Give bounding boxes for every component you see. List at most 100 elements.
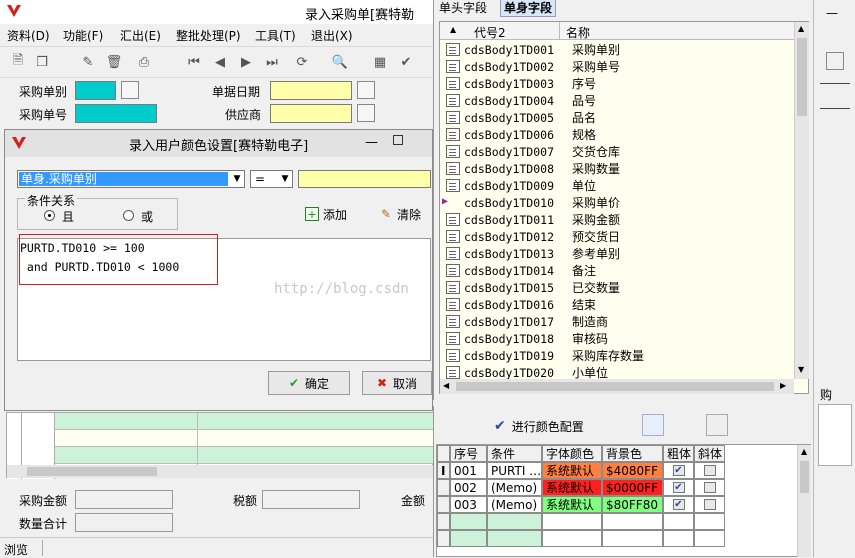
supplier-input[interactable] — [270, 104, 352, 123]
next-record-icon[interactable]: ▶ — [236, 52, 256, 72]
field-list-row[interactable]: cdsBody1TD014 备注 — [440, 262, 790, 279]
add-button[interactable]: + 添加 — [305, 205, 347, 223]
radio-or[interactable] — [123, 210, 134, 221]
cell-bold[interactable]: ✔ — [663, 496, 694, 513]
field-select[interactable]: 单身.采购单别 ▼ — [17, 170, 245, 188]
maximize-icon[interactable] — [393, 135, 403, 145]
clear-button[interactable]: ✎ 清除 — [379, 205, 421, 223]
operator-chevron-icon[interactable]: ▼ — [278, 171, 292, 187]
cell-bold[interactable]: ✔ — [663, 479, 694, 496]
header-condition[interactable]: 条件 — [487, 445, 542, 462]
header-bold[interactable]: 粗体 — [663, 445, 694, 462]
field-list-row[interactable]: cdsBody1TD015 已交数量 — [440, 279, 790, 296]
field-list-row[interactable]: cdsBody1TD008 采购数量 — [440, 160, 790, 177]
tab-header-fields[interactable]: 单头字段 — [439, 0, 487, 16]
condition-value-input[interactable] — [298, 170, 431, 188]
header-italic[interactable]: 斜体 — [694, 445, 725, 462]
cell-cond[interactable]: PURTI … — [487, 462, 542, 479]
field-list-row[interactable]: cdsBody1TD007 交货仓库 — [440, 143, 790, 160]
field-list-row[interactable]: cdsBody1TD013 参考单别 — [440, 245, 790, 262]
copy-config-icon[interactable] — [642, 414, 664, 436]
empty-cell[interactable] — [663, 513, 694, 530]
menu-item-tools[interactable]: 工具(T) — [255, 27, 296, 44]
field-list-row[interactable]: cdsBody1TD011 采购金额 — [440, 211, 790, 228]
header-font-color[interactable]: 字体颜色 — [542, 445, 602, 462]
cancel-button[interactable]: ✖ 取消 — [362, 371, 432, 395]
field-list-row[interactable]: cdsBody1TD006 规格 — [440, 126, 790, 143]
cell-font-color[interactable]: 系统默认 — [542, 462, 602, 479]
new-icon[interactable]: 🗎 — [8, 52, 28, 72]
cell-italic[interactable] — [694, 462, 725, 479]
header-bg-color[interactable]: 背景色 — [602, 445, 663, 462]
ok-button[interactable]: ✔ 确定 — [268, 371, 350, 395]
supplier-lookup-icon[interactable] — [357, 104, 375, 122]
field-list-hscroll[interactable]: ◀ ▶ — [440, 379, 794, 394]
menu-item-data[interactable]: 资料(D) — [7, 27, 50, 44]
field-list-row[interactable]: cdsBody1TD009 单位 — [440, 177, 790, 194]
calculator-icon[interactable]: ▦ — [370, 52, 390, 72]
italic-checkbox[interactable] — [703, 465, 716, 476]
empty-cell[interactable] — [450, 513, 487, 530]
field-list-row[interactable]: cdsBody1TD004 品号 — [440, 92, 790, 109]
menu-item-exit[interactable]: 退出(X) — [311, 27, 353, 44]
delete-icon[interactable]: 🗑 — [104, 52, 124, 72]
calendar-icon[interactable] — [357, 81, 375, 99]
apply-color-button[interactable]: ✔ 进行颜色配置 — [494, 417, 584, 435]
trash-icon[interactable] — [826, 52, 844, 70]
confirm-icon[interactable]: ✔ — [396, 52, 416, 72]
cell-bold[interactable]: ✔ — [663, 462, 694, 479]
empty-cell[interactable] — [602, 513, 663, 530]
minimize-icon[interactable]: — — [826, 6, 838, 20]
refresh-icon[interactable]: ⟳ — [292, 52, 312, 72]
field-list-row[interactable]: cdsBody1TD018 审核码 — [440, 330, 790, 347]
prev-record-icon[interactable]: ◀ — [210, 52, 230, 72]
bold-checkbox[interactable]: ✔ — [672, 465, 685, 476]
last-record-icon[interactable]: ⏭ — [262, 52, 282, 72]
field-list-row[interactable]: cdsBody1TD003 序号 — [440, 75, 790, 92]
field-list-row[interactable]: cdsBody1TD001 采购单别 — [440, 41, 790, 58]
menu-item-batch[interactable]: 整批处理(P) — [176, 27, 241, 44]
empty-cell[interactable] — [602, 530, 663, 547]
cell-font-color[interactable]: 系统默认 — [542, 479, 602, 496]
search-icon[interactable]: 🔍 — [330, 52, 350, 72]
paste-config-icon[interactable] — [706, 414, 728, 436]
copy-icon[interactable]: ❐ — [32, 52, 52, 72]
tab-body-fields[interactable]: 单身字段 — [500, 0, 557, 17]
cell-no[interactable]: 003 — [450, 496, 487, 513]
col-code-header[interactable]: 代号2 — [474, 24, 506, 41]
empty-cell[interactable] — [694, 513, 725, 530]
field-list-row[interactable]: cdsBody1TD019 采购库存数量 — [440, 347, 790, 364]
cell-cond[interactable]: (Memo) — [487, 496, 542, 513]
field-list-vscroll[interactable]: ▲ ▼ — [794, 22, 809, 379]
empty-cell[interactable] — [450, 530, 487, 547]
cell-bg-color[interactable]: $80FF80 — [602, 496, 663, 513]
first-record-icon[interactable]: ⏮ — [184, 52, 204, 72]
field-list-row[interactable]: cdsBody1TD017 制造商 — [440, 313, 790, 330]
lookup-icon[interactable] — [121, 81, 139, 99]
cell-bg-color[interactable]: $0000FF — [602, 479, 663, 496]
empty-cell[interactable] — [487, 530, 542, 547]
empty-cell[interactable] — [663, 530, 694, 547]
empty-cell[interactable] — [542, 530, 602, 547]
field-list-row[interactable]: cdsBody1TD016 结束 — [440, 296, 790, 313]
field-list-row[interactable]: cdsBody1TD002 采购单号 — [440, 58, 790, 75]
field-list-row[interactable]: ▶ cdsBody1TD010 采购单价 — [440, 194, 790, 211]
doc-date-input[interactable] — [270, 81, 352, 100]
cell-italic[interactable] — [694, 496, 725, 513]
expression-textarea[interactable]: PURTD.TD010 >= 100 and PURTD.TD010 < 100… — [17, 234, 431, 361]
field-list-row[interactable]: cdsBody1TD005 品名 — [440, 109, 790, 126]
italic-checkbox[interactable] — [703, 499, 716, 510]
cell-font-color[interactable]: 系统默认 — [542, 496, 602, 513]
print-icon[interactable]: ⎙ — [134, 52, 154, 72]
minimize-icon[interactable]: — — [365, 135, 378, 150]
cell-bg-color[interactable]: $4080FF — [602, 462, 663, 479]
cell-no[interactable]: 001 — [450, 462, 487, 479]
header-no[interactable]: 序号 — [450, 445, 487, 462]
cell-italic[interactable] — [694, 479, 725, 496]
field-list-row[interactable]: cdsBody1TD012 预交货日 — [440, 228, 790, 245]
col-name-header[interactable]: 名称 — [566, 24, 590, 41]
menu-item-function[interactable]: 功能(F) — [63, 27, 103, 44]
po-type-input[interactable] — [75, 81, 116, 100]
radio-and[interactable] — [44, 210, 55, 221]
operator-select[interactable]: = ▼ — [250, 170, 293, 188]
